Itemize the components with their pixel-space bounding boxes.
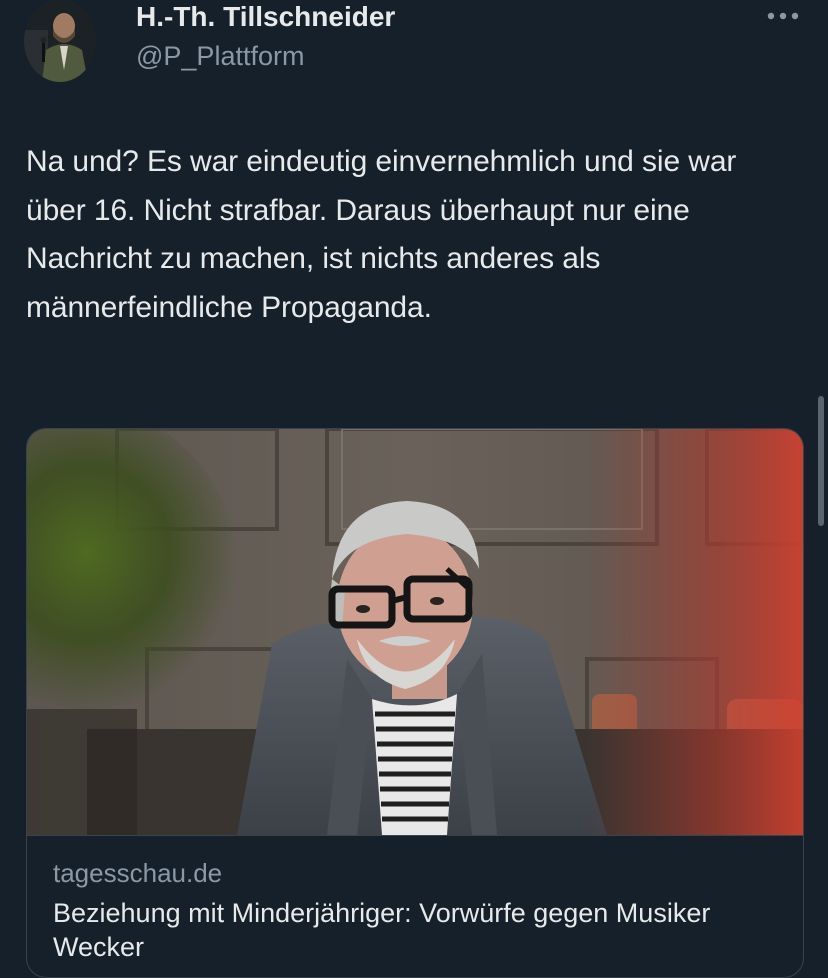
more-horizontal-icon (767, 12, 799, 20)
avatar-photo (24, 0, 96, 82)
article-photo (27, 429, 803, 835)
tweet: H.-Th. Tillschneider @P_Plattform Na und… (0, 0, 828, 978)
link-card-image (27, 429, 803, 835)
link-card-divider (27, 835, 803, 836)
tweet-text: Na und? Es war eindeutig einvernehmlich … (26, 145, 737, 324)
more-options-button[interactable] (762, 4, 804, 28)
link-card[interactable]: tagesschau.de Beziehung mit Minderjährig… (26, 428, 804, 978)
scrollbar-thumb[interactable] (818, 396, 824, 526)
link-card-title[interactable]: Beziehung mit Minderjähriger: Vorwürfe g… (53, 896, 773, 964)
author-handle[interactable]: @P_Plattform (136, 40, 304, 72)
author-name[interactable]: H.-Th. Tillschneider (136, 0, 395, 34)
author-avatar[interactable] (24, 0, 96, 82)
link-card-domain: tagesschau.de (53, 858, 223, 888)
